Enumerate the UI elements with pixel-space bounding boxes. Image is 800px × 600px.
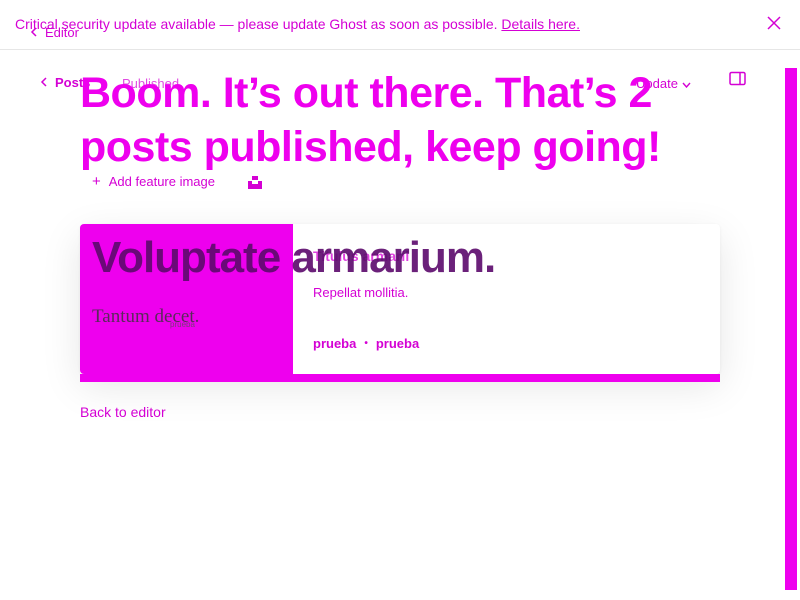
chevron-left-icon (30, 25, 37, 40)
unsplash-icon[interactable] (248, 176, 262, 189)
card-excerpt: Repellat mollitia. (313, 285, 409, 300)
card-meta: prueba • prueba (313, 336, 419, 351)
banner-details-link[interactable]: Details here. (501, 16, 580, 32)
card-overlay-title: Voluptate armarium. (92, 233, 496, 282)
editor-back-label: Editor (45, 25, 79, 40)
add-feature-image-button[interactable]: + Add feature image (92, 174, 215, 189)
banner-text: Critical security update available — ple… (15, 16, 580, 32)
card-image-sub: prueba (170, 320, 195, 329)
publish-success-headline: Boom. It’s out there. That’s 2 posts pub… (80, 66, 730, 174)
sidebar-toggle-icon[interactable] (729, 71, 747, 87)
add-feature-image-label: Add feature image (108, 174, 215, 189)
banner-message: Critical security update available — ple… (15, 16, 498, 32)
meta-separator: • (364, 338, 368, 349)
card-bottom-strip (80, 374, 720, 382)
security-banner: Critical security update available — ple… (0, 0, 800, 50)
card-author: prueba (313, 336, 357, 351)
headline-line-1: Boom. It’s out there. That’s 2 (80, 69, 652, 117)
close-icon[interactable] (766, 15, 782, 31)
headline-line-2: posts published, keep going! (80, 123, 661, 171)
card-tag: prueba (375, 336, 420, 351)
scrollbar[interactable] (785, 68, 797, 590)
chevron-left-icon (40, 75, 47, 90)
editor-back-button[interactable]: Editor (30, 25, 79, 40)
back-to-editor-link[interactable]: Back to editor (80, 404, 166, 420)
plus-icon: + (92, 173, 101, 190)
